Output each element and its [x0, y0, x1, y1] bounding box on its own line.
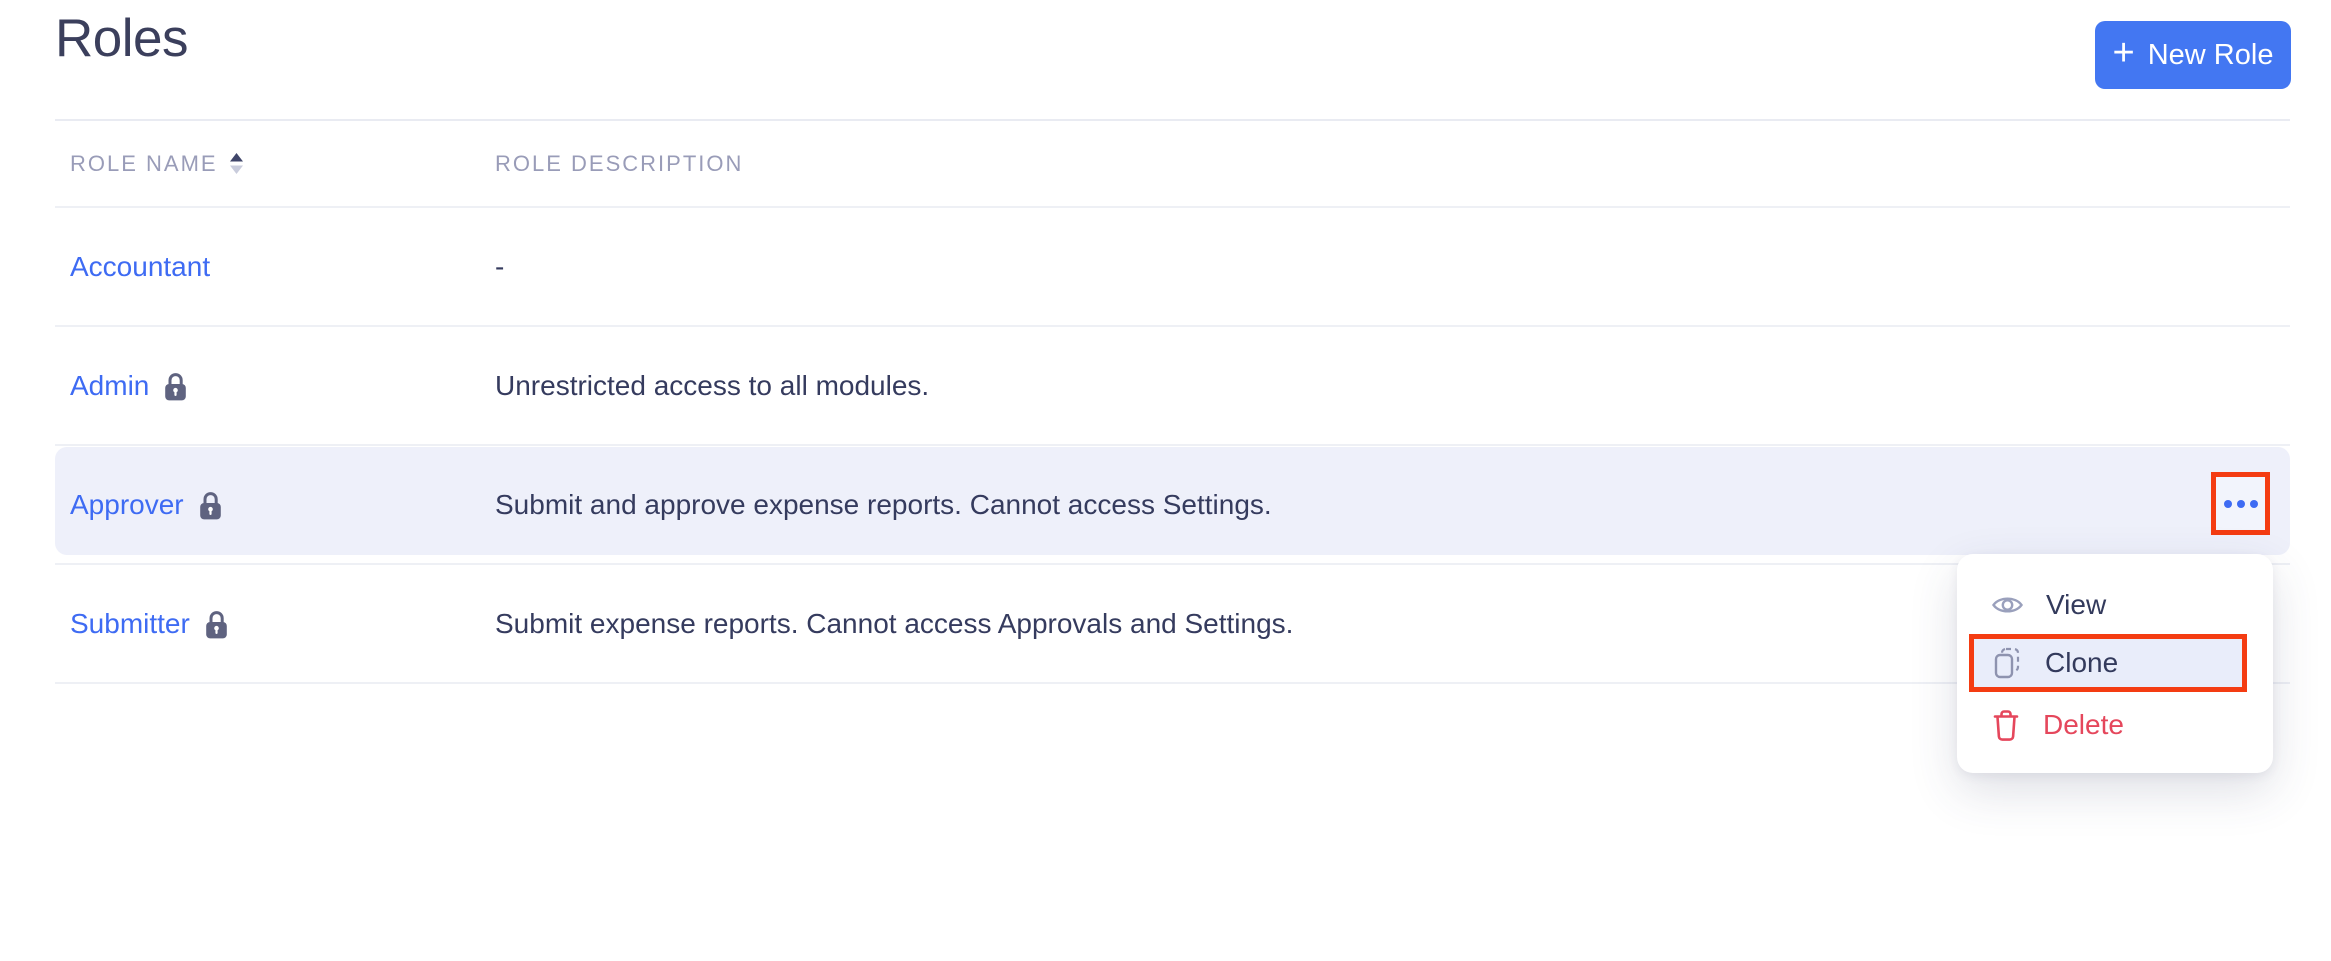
role-link-approver[interactable]: Approver: [70, 446, 224, 563]
ellipsis-dot: [2224, 500, 2232, 508]
lock-icon: [203, 609, 230, 640]
role-description-label: Submit and approve expense reports. Cann…: [495, 489, 1272, 521]
role-description-cell: Submit expense reports. Cannot access Ap…: [495, 565, 1293, 682]
role-name-label: Accountant: [70, 251, 210, 283]
lock-icon: [162, 371, 189, 402]
annotation-box-row-actions: [2211, 472, 2270, 535]
more-actions-button[interactable]: [2224, 500, 2258, 508]
role-description-label: -: [495, 251, 504, 283]
menu-item-delete[interactable]: Delete: [1957, 696, 2273, 754]
trash-icon: [1991, 708, 2021, 742]
role-description-label: Unrestricted access to all modules.: [495, 370, 929, 402]
lock-icon: [197, 490, 224, 521]
table-row: Admin Unrestricted access to all modules…: [55, 327, 2290, 446]
table-row: Submitter Submit expense reports. Cannot…: [55, 565, 2290, 684]
menu-item-label: View: [2046, 589, 2106, 621]
role-description-cell: Unrestricted access to all modules.: [495, 327, 929, 444]
role-description-cell: -: [495, 208, 504, 325]
role-link-admin[interactable]: Admin: [70, 327, 189, 444]
sort-asc-icon[interactable]: [229, 152, 244, 175]
column-header-role-name[interactable]: ROLE NAME: [70, 121, 244, 206]
table-row: Accountant -: [55, 208, 2290, 327]
menu-item-view[interactable]: View: [1957, 576, 2273, 634]
ellipsis-dot: [2237, 500, 2245, 508]
clone-icon: [1991, 646, 2023, 680]
page-title: Roles: [55, 8, 188, 69]
column-header-role-description: ROLE DESCRIPTION: [495, 121, 743, 206]
role-name-header-label: ROLE NAME: [70, 151, 218, 177]
menu-item-label: Clone: [2045, 647, 2118, 679]
eye-icon: [1991, 593, 2024, 617]
role-description-label: Submit expense reports. Cannot access Ap…: [495, 608, 1293, 640]
role-link-accountant[interactable]: Accountant: [70, 208, 210, 325]
menu-item-label: Delete: [2043, 709, 2124, 741]
annotation-box-clone menu-item-clone[interactable]: Clone: [1969, 634, 2247, 692]
table-row-selected: Approver Submit and approve expense repo…: [55, 446, 2290, 565]
new-role-button[interactable]: + New Role: [2095, 21, 2291, 89]
role-name-label: Approver: [70, 489, 184, 521]
role-link-submitter[interactable]: Submitter: [70, 565, 230, 682]
row-actions-menu: View Clone Delete: [1957, 554, 2273, 773]
role-description-header-label: ROLE DESCRIPTION: [495, 151, 743, 177]
ellipsis-dot: [2250, 500, 2258, 508]
new-role-label: New Role: [2148, 39, 2274, 72]
role-name-label: Submitter: [70, 608, 190, 640]
role-description-cell: Submit and approve expense reports. Cann…: [495, 446, 1272, 563]
table-header-row: ROLE NAME ROLE DESCRIPTION: [55, 121, 2290, 208]
role-name-label: Admin: [70, 370, 149, 402]
